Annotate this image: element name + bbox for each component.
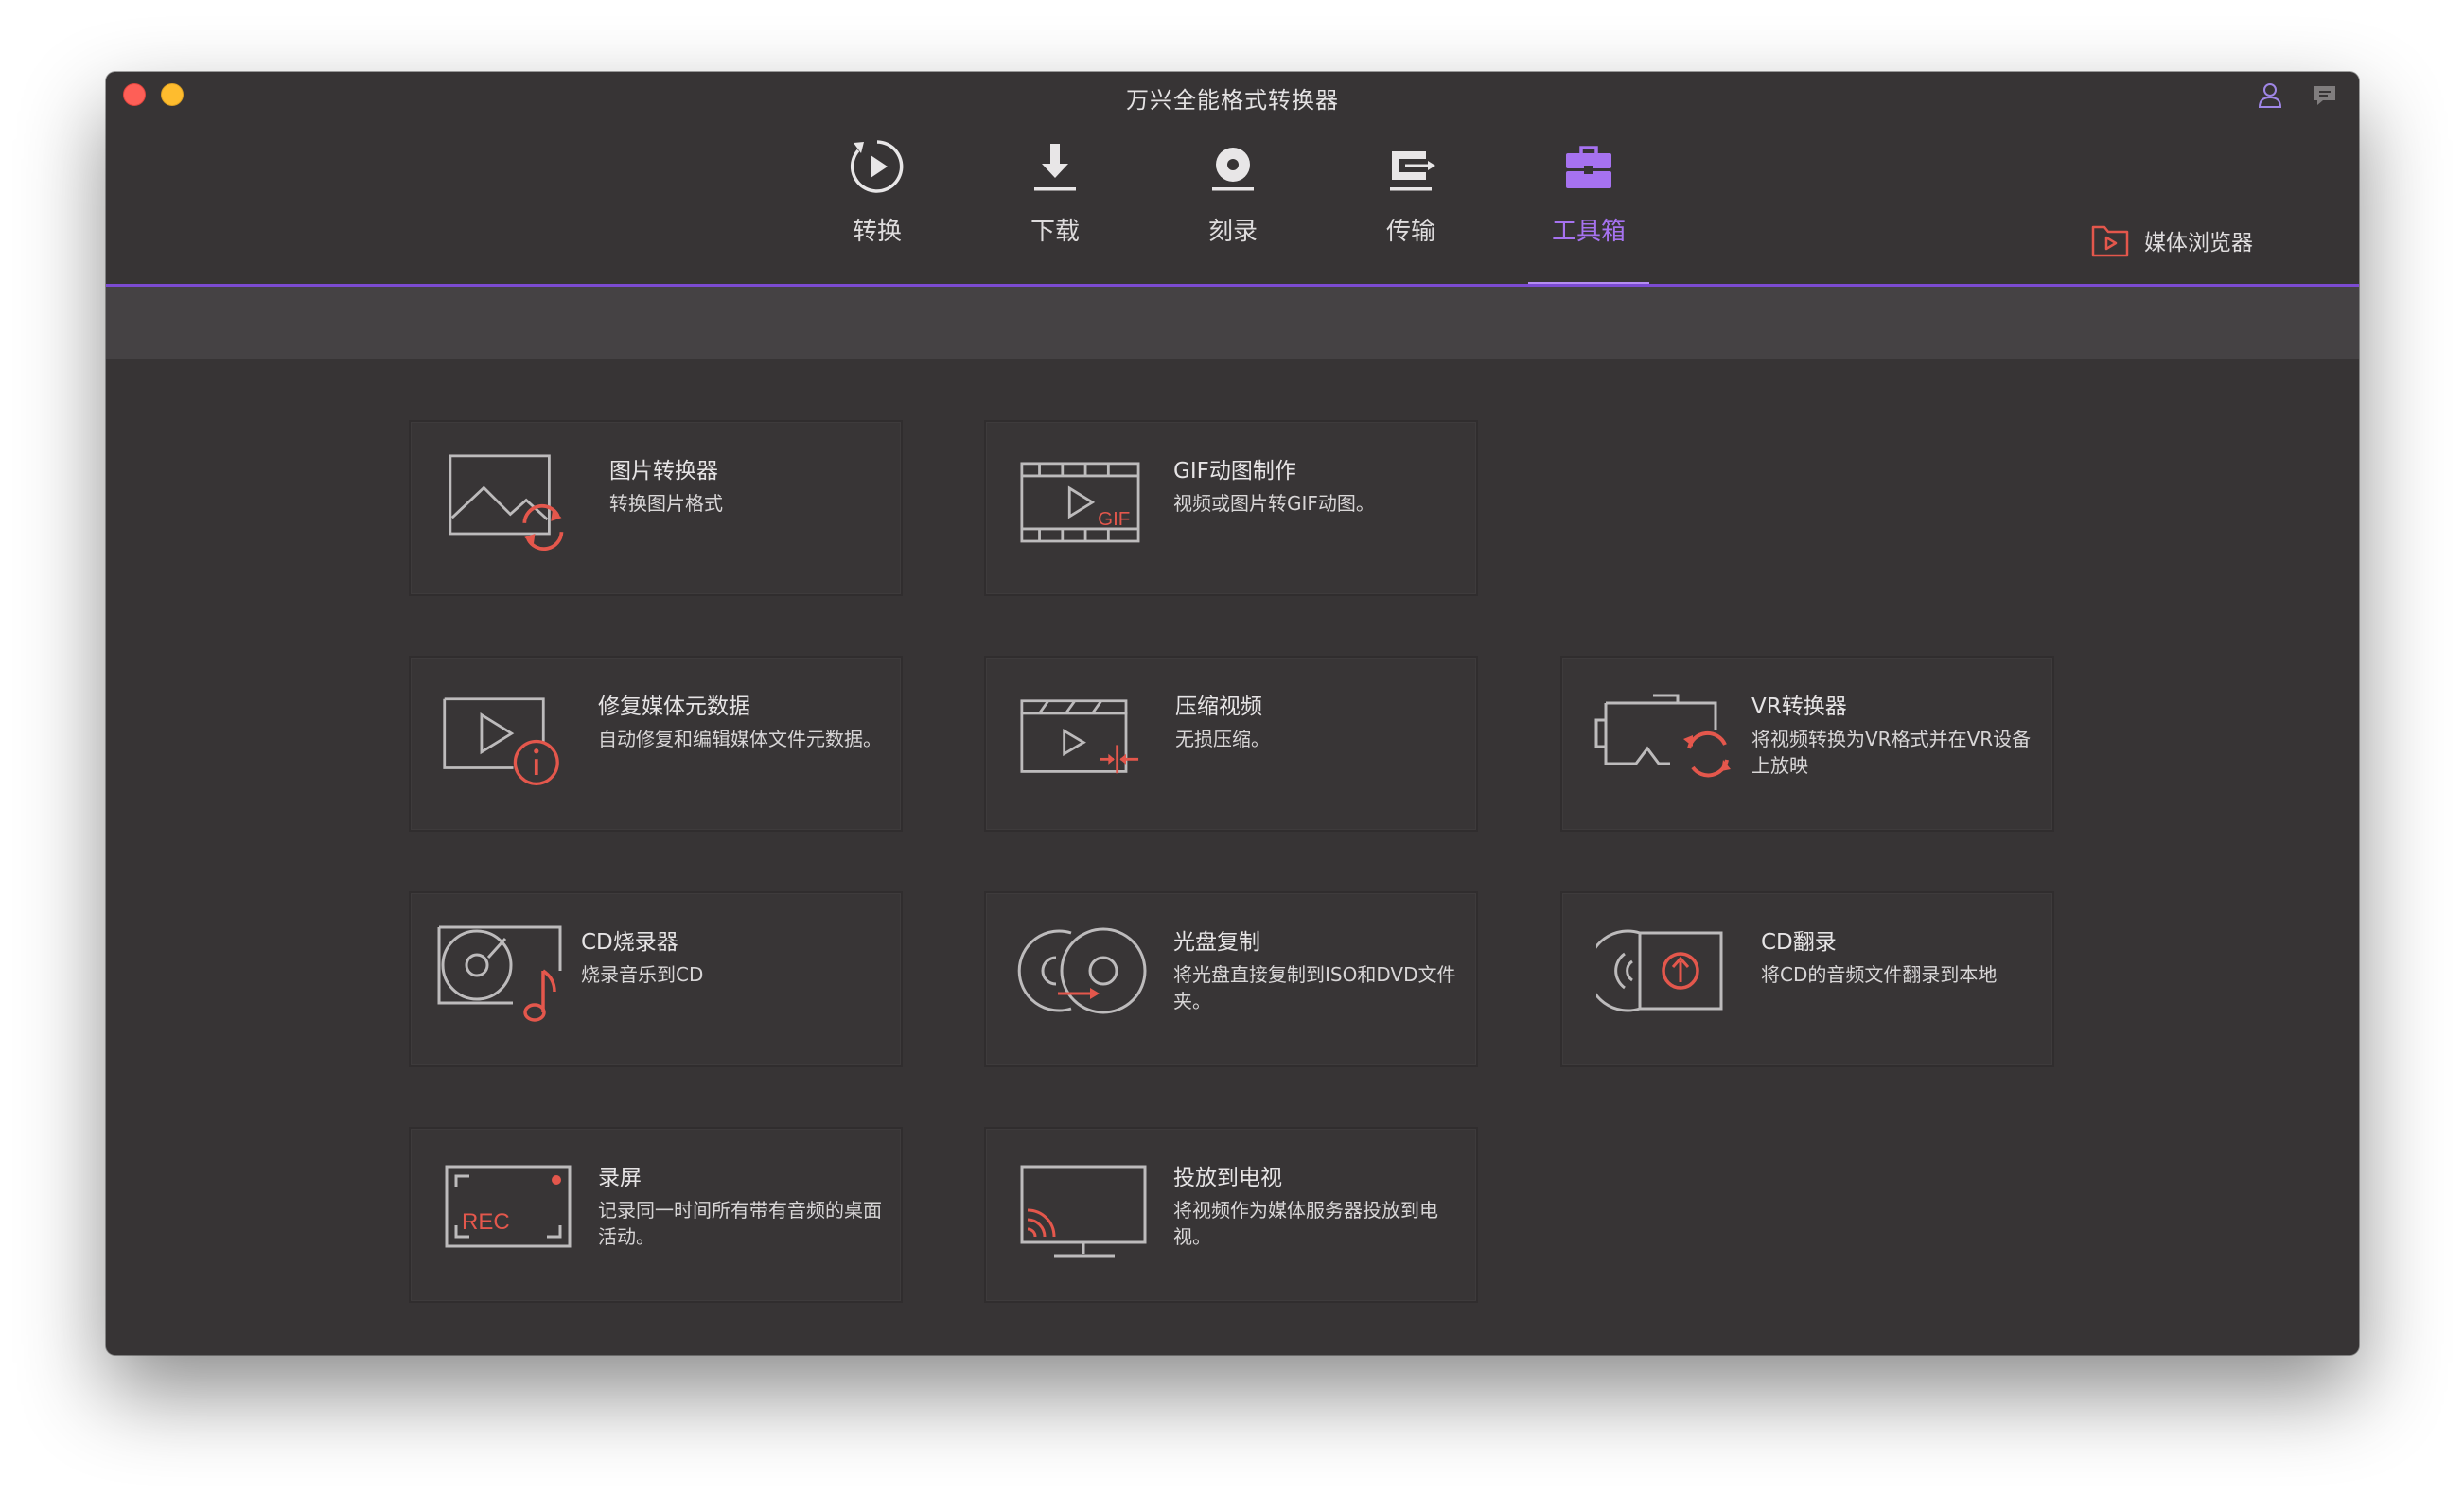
user-account-icon[interactable]: [2256, 81, 2284, 110]
tab-convert-label: 转换: [852, 218, 902, 246]
tool-title: VR转换器: [1751, 695, 1847, 719]
svg-text:REC: REC: [462, 1209, 510, 1235]
fix-metadata-icon: [443, 697, 559, 785]
tool-card-disc-copy[interactable]: 光盘复制 将光盘直接复制到ISO和DVD文件夹。: [984, 891, 1478, 1067]
tool-title: 修复媒体元数据: [598, 695, 750, 719]
tool-description: 将视频转换为VR格式并在VR设备上放映: [1751, 728, 2032, 777]
svg-text:GIF: GIF: [1098, 508, 1130, 530]
tab-transfer[interactable]: 传输: [1345, 138, 1477, 284]
vr-converter-icon: [1594, 694, 1731, 778]
tab-download[interactable]: 下载: [989, 138, 1121, 284]
tab-transfer-label: 传输: [1385, 218, 1435, 246]
compress-video-icon: [1020, 699, 1139, 774]
toolbox-icon: [1566, 146, 1611, 188]
gif-maker-icon: GIF: [1020, 462, 1140, 543]
tool-title: 图片转换器: [609, 459, 718, 484]
main-tabs: 转换 下载 刻录 传输 工具箱: [106, 138, 2359, 286]
tool-card-compress-video[interactable]: 压缩视频 无损压缩。: [984, 656, 1478, 832]
tool-title: CD烧录器: [581, 930, 678, 955]
convert-icon: [850, 140, 904, 193]
sub-toolbar: [106, 287, 2359, 359]
toolbox-grid: 图片转换器 转换图片格式 GIF GIF动图制作 视频或图片转GIF动图。 修复…: [106, 359, 2359, 1355]
tab-burn[interactable]: 刻录: [1167, 138, 1299, 284]
tool-card-cd-burner[interactable]: CD烧录器 烧录音乐到CD: [409, 891, 903, 1067]
cd-ripper-icon: [1596, 929, 1723, 1012]
tool-card-cast-to-tv[interactable]: 投放到电视 将视频作为媒体服务器投放到电视。: [984, 1127, 1478, 1303]
transfer-icon: [1390, 151, 1435, 191]
title-bar: 万兴全能格式转换器 转换 下载 刻录 传输 工具箱 媒体浏览器: [106, 72, 2359, 286]
tool-title: 投放到电视: [1173, 1166, 1282, 1190]
tab-toolbox[interactable]: 工具箱: [1522, 138, 1655, 286]
tool-title: GIF动图制作: [1173, 459, 1296, 484]
tool-card-fix-metadata[interactable]: 修复媒体元数据 自动修复和编辑媒体文件元数据。: [409, 656, 903, 832]
media-browser-folder-icon: [2091, 225, 2129, 257]
tool-title: CD翻录: [1761, 930, 1837, 955]
tool-title: 光盘复制: [1173, 930, 1260, 955]
tab-download-label: 下载: [1030, 218, 1080, 246]
cd-burner-icon: [437, 925, 562, 1022]
tool-description: 自动修复和编辑媒体文件元数据。: [598, 728, 882, 750]
download-icon: [1034, 144, 1076, 191]
app-title: 万兴全能格式转换器: [1126, 87, 1339, 114]
media-browser-label: 媒体浏览器: [2144, 231, 2253, 255]
tool-description: 将光盘直接复制到ISO和DVD文件夹。: [1173, 963, 1456, 1012]
tab-convert[interactable]: 转换: [811, 138, 943, 284]
tab-burn-label: 刻录: [1207, 218, 1258, 246]
disc-copy-icon: [1017, 927, 1147, 1014]
tool-title: 压缩视频: [1175, 695, 1262, 719]
tool-description: 将CD的音频文件翻录到本地: [1761, 963, 1998, 986]
screen-recorder-icon: REC: [445, 1165, 572, 1248]
media-browser-button[interactable]: 媒体浏览器: [2091, 220, 2253, 261]
tool-description: 记录同一时间所有带有音频的桌面活动。: [598, 1199, 882, 1248]
tool-card-cd-ripper[interactable]: CD翻录 将CD的音频文件翻录到本地: [1560, 891, 2054, 1067]
tool-description: 将视频作为媒体服务器投放到电视。: [1173, 1199, 1438, 1248]
tool-description: 烧录音乐到CD: [581, 963, 704, 986]
tool-card-vr-converter[interactable]: VR转换器 将视频转换为VR格式并在VR设备上放映: [1560, 656, 2054, 832]
tool-card-image-converter[interactable]: 图片转换器 转换图片格式: [409, 420, 903, 596]
tool-card-screen-recorder[interactable]: REC 录屏 记录同一时间所有带有音频的桌面活动。: [409, 1127, 903, 1303]
image-convert-icon: [449, 454, 564, 552]
tool-title: 录屏: [598, 1166, 642, 1190]
tool-card-gif-maker[interactable]: GIF GIF动图制作 视频或图片转GIF动图。: [984, 420, 1478, 596]
tool-description: 转换图片格式: [609, 492, 723, 515]
tool-description: 视频或图片转GIF动图。: [1173, 492, 1375, 515]
app-window: 万兴全能格式转换器 转换 下载 刻录 传输 工具箱 媒体浏览器 图片转换器 转换…: [106, 72, 2359, 1355]
cast-to-tv-icon: [1020, 1165, 1147, 1258]
tool-description: 无损压缩。: [1175, 728, 1270, 750]
burn-disc-icon: [1212, 148, 1254, 191]
tab-toolbox-label: 工具箱: [1551, 218, 1626, 246]
feedback-chat-icon[interactable]: [2311, 81, 2339, 110]
